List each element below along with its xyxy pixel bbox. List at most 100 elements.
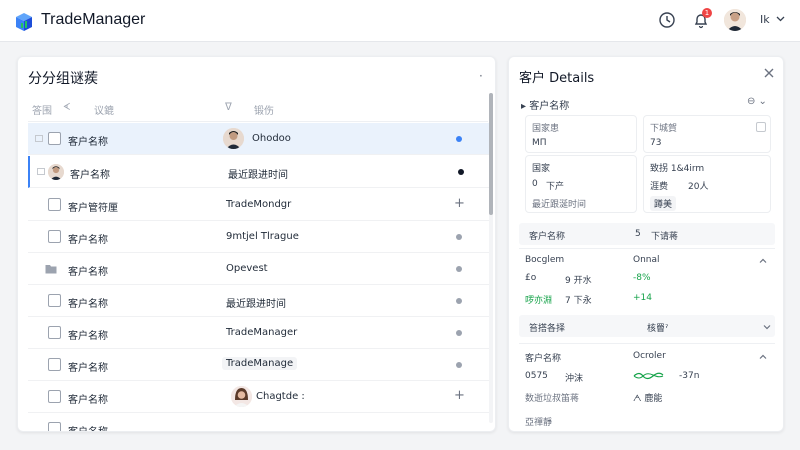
row-checkbox[interactable] (48, 390, 61, 403)
table-row[interactable]: 客户名称 9mtjel Tlrague (28, 221, 490, 253)
field-value: 0 (532, 179, 538, 189)
metric-value: 7 下永 (565, 296, 592, 306)
header-status[interactable]: 锻伤 (254, 102, 274, 117)
field-checkbox[interactable] (756, 122, 766, 132)
chevron-up-icon[interactable] (759, 353, 767, 361)
metric-value: 9 开水 (565, 276, 592, 286)
scrollbar-thumb[interactable] (489, 93, 493, 215)
table-row[interactable]: 客户名称 Opevest (28, 253, 490, 285)
status-dot (456, 330, 462, 336)
table-row[interactable]: 客户名称 (28, 413, 490, 431)
row-name: 客户名称 (68, 267, 108, 278)
table-row[interactable]: 客户名称 Ohodoo (28, 123, 490, 155)
table-row[interactable]: 客户名称 TradeManage (28, 349, 490, 381)
row-label: 0575 (525, 371, 548, 381)
status-dot (456, 266, 462, 272)
add-icon[interactable]: + (454, 388, 465, 403)
row-value: 最近跟进时间 (228, 170, 288, 181)
user-avatar[interactable] (724, 9, 746, 31)
field-subtext: 最近跟涎时间 (532, 200, 587, 210)
row-checkbox[interactable] (48, 198, 61, 211)
status-dot (456, 234, 462, 240)
field-value: 20人 (688, 182, 709, 192)
app-title: TradeManager (41, 11, 146, 28)
panel-title: 分分组谜蒺 (28, 71, 98, 87)
folder-icon (45, 265, 57, 274)
row-checkbox[interactable] (48, 326, 61, 339)
top-bar: TradeManager 1 Ik (0, 0, 800, 42)
row-value: TradeManager (226, 327, 298, 338)
header-scope[interactable]: 答围 (32, 102, 52, 117)
field-card: 致拐 1&4irm 涯费 20人 蹲美 (643, 155, 771, 213)
table-row[interactable]: 客户名称 最近跟进时间 (28, 156, 490, 188)
field-card: 国家患 MΠ (525, 115, 637, 153)
row-name: 客户名称 (68, 137, 108, 148)
row-label: 数逝垃叔笛蒋 (525, 394, 580, 404)
metric-label: 啰亦淵 (525, 296, 553, 306)
section-label: 客户名称 (529, 101, 570, 112)
folder-icon (37, 168, 45, 175)
bar-left-label: 客户名称 (529, 232, 566, 242)
row-checkbox[interactable] (48, 358, 61, 371)
close-icon[interactable] (763, 67, 775, 79)
row-label: 亞禪靜 (525, 418, 553, 428)
metric-header: Onnal (633, 255, 660, 265)
bar-right-label: 下请蒋 (651, 232, 679, 242)
row-value: TradeMondgr (226, 199, 292, 210)
field-label: 致拐 1&4irm (650, 164, 705, 174)
contact-avatar (223, 128, 244, 149)
row-value: 沖沫 (565, 374, 584, 384)
section-divider (519, 248, 775, 249)
section-header[interactable]: ▸ 客户名称 (521, 97, 569, 112)
row-checkbox[interactable] (48, 132, 61, 145)
field-value: MΠ (532, 138, 547, 148)
row-value: Ohodoo (252, 133, 291, 144)
row-checkbox[interactable] (48, 422, 61, 431)
header-tag[interactable]: 议鎞 (94, 102, 114, 117)
chevron-up-icon[interactable] (759, 257, 767, 265)
field-label: 国家患 (532, 124, 560, 134)
field-label: 国家 (532, 164, 551, 174)
row-checkbox[interactable] (48, 294, 61, 307)
table-row[interactable]: 客户管符厘 TradeMondgr + (28, 189, 490, 221)
user-menu-label[interactable]: Ik (760, 13, 770, 26)
header-filter-icon[interactable]: ᐁ (225, 102, 232, 113)
row-value: ᗅ 鹿能 (633, 394, 663, 404)
app-logo-icon (16, 13, 32, 31)
header-divider (28, 121, 488, 122)
notification-badge: 1 (702, 8, 712, 18)
row-value: 最近跟进时间 (226, 299, 286, 310)
contact-avatar (48, 164, 64, 180)
sparkline-icon (633, 372, 664, 380)
add-icon[interactable]: + (454, 196, 465, 211)
section-label: 客户名称 (525, 354, 562, 364)
row-name: 客户名称 (68, 395, 108, 406)
row-name: 客户名称 (70, 170, 110, 181)
metric-label: £o (525, 273, 537, 283)
chevron-down-icon[interactable] (776, 14, 785, 23)
bar-right-label: 核罾ˀ (647, 324, 669, 334)
customer-group-panel: 分分组谜蒺 · 答围 ᗉ 议鎞 ᐁ 锻伤 客户名称 Ohodoo 客户名称 最近… (17, 56, 496, 432)
details-title: 客户 Details (519, 71, 595, 86)
header-sort-icon[interactable]: ᗉ (63, 102, 70, 113)
section-controls[interactable]: ⊖ ⌄ (747, 96, 767, 107)
chevron-down-icon[interactable] (763, 323, 771, 331)
row-value: Chagtde : (256, 391, 305, 402)
contact-avatar (231, 386, 252, 407)
row-value: TradeManage (222, 357, 298, 370)
summary-bar[interactable]: 客户名称 5 下请蒋 (519, 223, 775, 245)
folder-icon (35, 135, 43, 142)
clock-icon[interactable] (658, 11, 676, 29)
metric-change: -8% (633, 273, 651, 283)
panel-menu-button[interactable]: · (479, 69, 483, 83)
summary-bar[interactable]: 笞搭各择 核罾ˀ (519, 315, 775, 337)
table-row[interactable]: 客户名称 最近跟进时间 (28, 285, 490, 317)
table-row[interactable]: 客户名称 Chagtde : + (28, 381, 490, 413)
row-checkbox[interactable] (48, 230, 61, 243)
customer-details-panel: 客户 Details ▸ 客户名称 ⊖ ⌄ 国家患 MΠ 下城賀 73 国家 0… (508, 56, 784, 432)
row-value: Opevest (226, 263, 268, 274)
table-row[interactable]: 客户名称 TradeManager (28, 317, 490, 349)
field-chip[interactable]: 蹲美 (650, 196, 677, 211)
row-name: 客户管符厘 (68, 203, 118, 214)
status-dot (458, 169, 464, 175)
